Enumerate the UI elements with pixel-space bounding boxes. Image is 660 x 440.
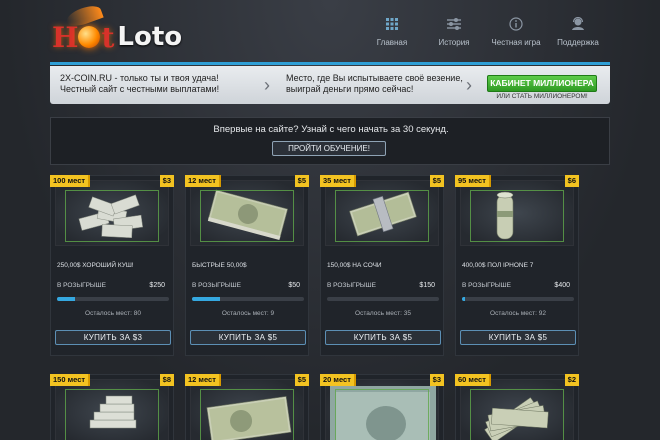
- image-frame: [335, 190, 429, 242]
- onboarding-text: Впервые на сайте? Узнай с чего начать за…: [213, 124, 449, 135]
- lottery-card: 95 мест $6 400,00$ ПОЛ IPHONE 7 В РОЗЫГР…: [455, 175, 579, 356]
- image-frame: [470, 190, 564, 242]
- nav-label: История: [438, 38, 470, 47]
- nav-label: Честная игра: [491, 38, 541, 47]
- price-badge: $8: [159, 374, 174, 386]
- progress-fill: [192, 297, 220, 301]
- progress-fill: [462, 297, 466, 301]
- nav-item-home[interactable]: Главная: [362, 16, 422, 47]
- lottery-card: 12 мест $5: [185, 374, 309, 440]
- logo-text-t: t: [101, 20, 114, 54]
- price-badge: $5: [294, 175, 309, 187]
- prize-title: 150,00$ НА СОЧИ: [327, 262, 382, 269]
- places-progress: [57, 297, 169, 301]
- places-badge: 95 мест: [455, 175, 491, 187]
- draw-label: В РОЗЫГРЫШЕ: [192, 282, 241, 289]
- places-left: Осталось мест: 80: [85, 310, 141, 317]
- info-icon: [486, 16, 546, 32]
- draw-label: В РОЗЫГРЫШЕ: [57, 282, 106, 289]
- lottery-card: 60 мест $2: [455, 374, 579, 440]
- draw-value: $150: [419, 282, 435, 289]
- places-badge: 100 мест: [50, 175, 91, 187]
- price-badge: $3: [159, 175, 174, 187]
- price-badge: $5: [429, 175, 444, 187]
- places-badge: 60 мест: [455, 374, 491, 386]
- nav-label: Поддержка: [557, 38, 599, 47]
- places-progress: [192, 297, 304, 301]
- price-badge: $3: [429, 374, 444, 386]
- millionaire-cabinet-button[interactable]: КАБИНЕТ МИЛЛИОНЕРА: [487, 75, 597, 92]
- price-badge: $5: [294, 374, 309, 386]
- logo-text-loto: Loto: [117, 22, 183, 52]
- lottery-card: 100 мест $3 250,00$ ХОРОШИЙ КУШ! В РОЗЫГ…: [50, 175, 174, 356]
- lottery-card: 35 мест $5 150,00$ НА СОЧИ В РОЗЫГРЫШЕ $…: [320, 175, 444, 356]
- buy-button[interactable]: КУПИТЬ ЗА $3: [55, 330, 171, 345]
- draw-value: $250: [149, 282, 165, 289]
- lottery-card: 20 мест $3: [320, 374, 444, 440]
- image-frame: [200, 190, 294, 242]
- draw-value: $400: [554, 282, 570, 289]
- draw-value: $50: [288, 282, 300, 289]
- header: H t Loto Главная История Честная игра По…: [0, 0, 660, 62]
- main-nav: Главная История Честная игра Поддержка: [360, 16, 608, 47]
- image-frame: [470, 389, 564, 440]
- places-badge: 150 мест: [50, 374, 91, 386]
- promo-description: Место, где Вы испытываете своё везение, …: [286, 73, 463, 95]
- image-frame: [335, 389, 429, 440]
- nav-item-history[interactable]: История: [424, 16, 484, 47]
- promo-slogan: 2X-COIN.RU - только ты и твоя удача! Чес…: [60, 73, 219, 95]
- places-badge: 35 мест: [320, 175, 356, 187]
- image-frame: [200, 389, 294, 440]
- buy-button[interactable]: КУПИТЬ ЗА $5: [460, 330, 576, 345]
- draw-label: В РОЗЫГРЫШЕ: [327, 282, 376, 289]
- prize-title: 400,00$ ПОЛ IPHONE 7: [462, 262, 534, 269]
- nav-label: Главная: [376, 38, 408, 47]
- promo-slogan-line1: 2X-COIN.RU - только ты и твоя удача!: [60, 73, 219, 83]
- places-left: Осталось мест: 35: [355, 310, 411, 317]
- start-tutorial-button[interactable]: ПРОЙТИ ОБУЧЕНИЕ!: [272, 141, 386, 156]
- places-left: Осталось мест: 92: [490, 310, 546, 317]
- logo-text-h: H: [52, 20, 78, 54]
- image-frame: [65, 190, 159, 242]
- places-progress: [462, 297, 574, 301]
- logo[interactable]: H t Loto: [52, 20, 182, 54]
- places-progress: [327, 297, 439, 301]
- lottery-card: 150 мест $8: [50, 374, 174, 440]
- chevron-right-icon: ›: [466, 75, 472, 95]
- grid-icon: [362, 16, 422, 32]
- promo-slogan-line2: Честный сайт с честными выплатами!: [60, 84, 220, 94]
- support-icon: [548, 16, 608, 32]
- become-millionaire-link[interactable]: ИЛИ СТАТЬ МИЛЛИОНЕРОМ!: [487, 93, 597, 100]
- promo-description-line1: Место, где Вы испытываете своё везение,: [286, 73, 463, 83]
- promo-description-line2: выиграй деньги прямо сейчас!: [286, 84, 414, 94]
- price-badge: $6: [564, 175, 579, 187]
- image-frame: [65, 389, 159, 440]
- progress-fill: [57, 297, 75, 301]
- lottery-card: 12 мест $5 БЫСТРЫЕ 50,00$ В РОЗЫГРЫШЕ $5…: [185, 175, 309, 356]
- prize-title: 250,00$ ХОРОШИЙ КУШ!: [57, 262, 134, 269]
- onboarding-panel: Впервые на сайте? Узнай с чего начать за…: [50, 117, 610, 165]
- header-divider: [50, 62, 610, 65]
- places-badge: 12 мест: [185, 374, 221, 386]
- places-badge: 20 мест: [320, 374, 356, 386]
- nav-item-support[interactable]: Поддержка: [548, 16, 608, 47]
- buy-button[interactable]: КУПИТЬ ЗА $5: [325, 330, 441, 345]
- draw-label: В РОЗЫГРЫШЕ: [462, 282, 511, 289]
- prize-title: БЫСТРЫЕ 50,00$: [192, 262, 247, 269]
- places-badge: 12 мест: [185, 175, 221, 187]
- sliders-icon: [424, 16, 484, 32]
- price-badge: $2: [564, 374, 579, 386]
- chevron-right-icon: ›: [264, 75, 270, 95]
- places-left: Осталось мест: 9: [221, 310, 275, 317]
- buy-button[interactable]: КУПИТЬ ЗА $5: [190, 330, 306, 345]
- nav-item-fair-play[interactable]: Честная игра: [486, 16, 546, 47]
- fireball-icon: [78, 26, 101, 48]
- promo-strip: 2X-COIN.RU - только ты и твоя удача! Чес…: [50, 66, 610, 104]
